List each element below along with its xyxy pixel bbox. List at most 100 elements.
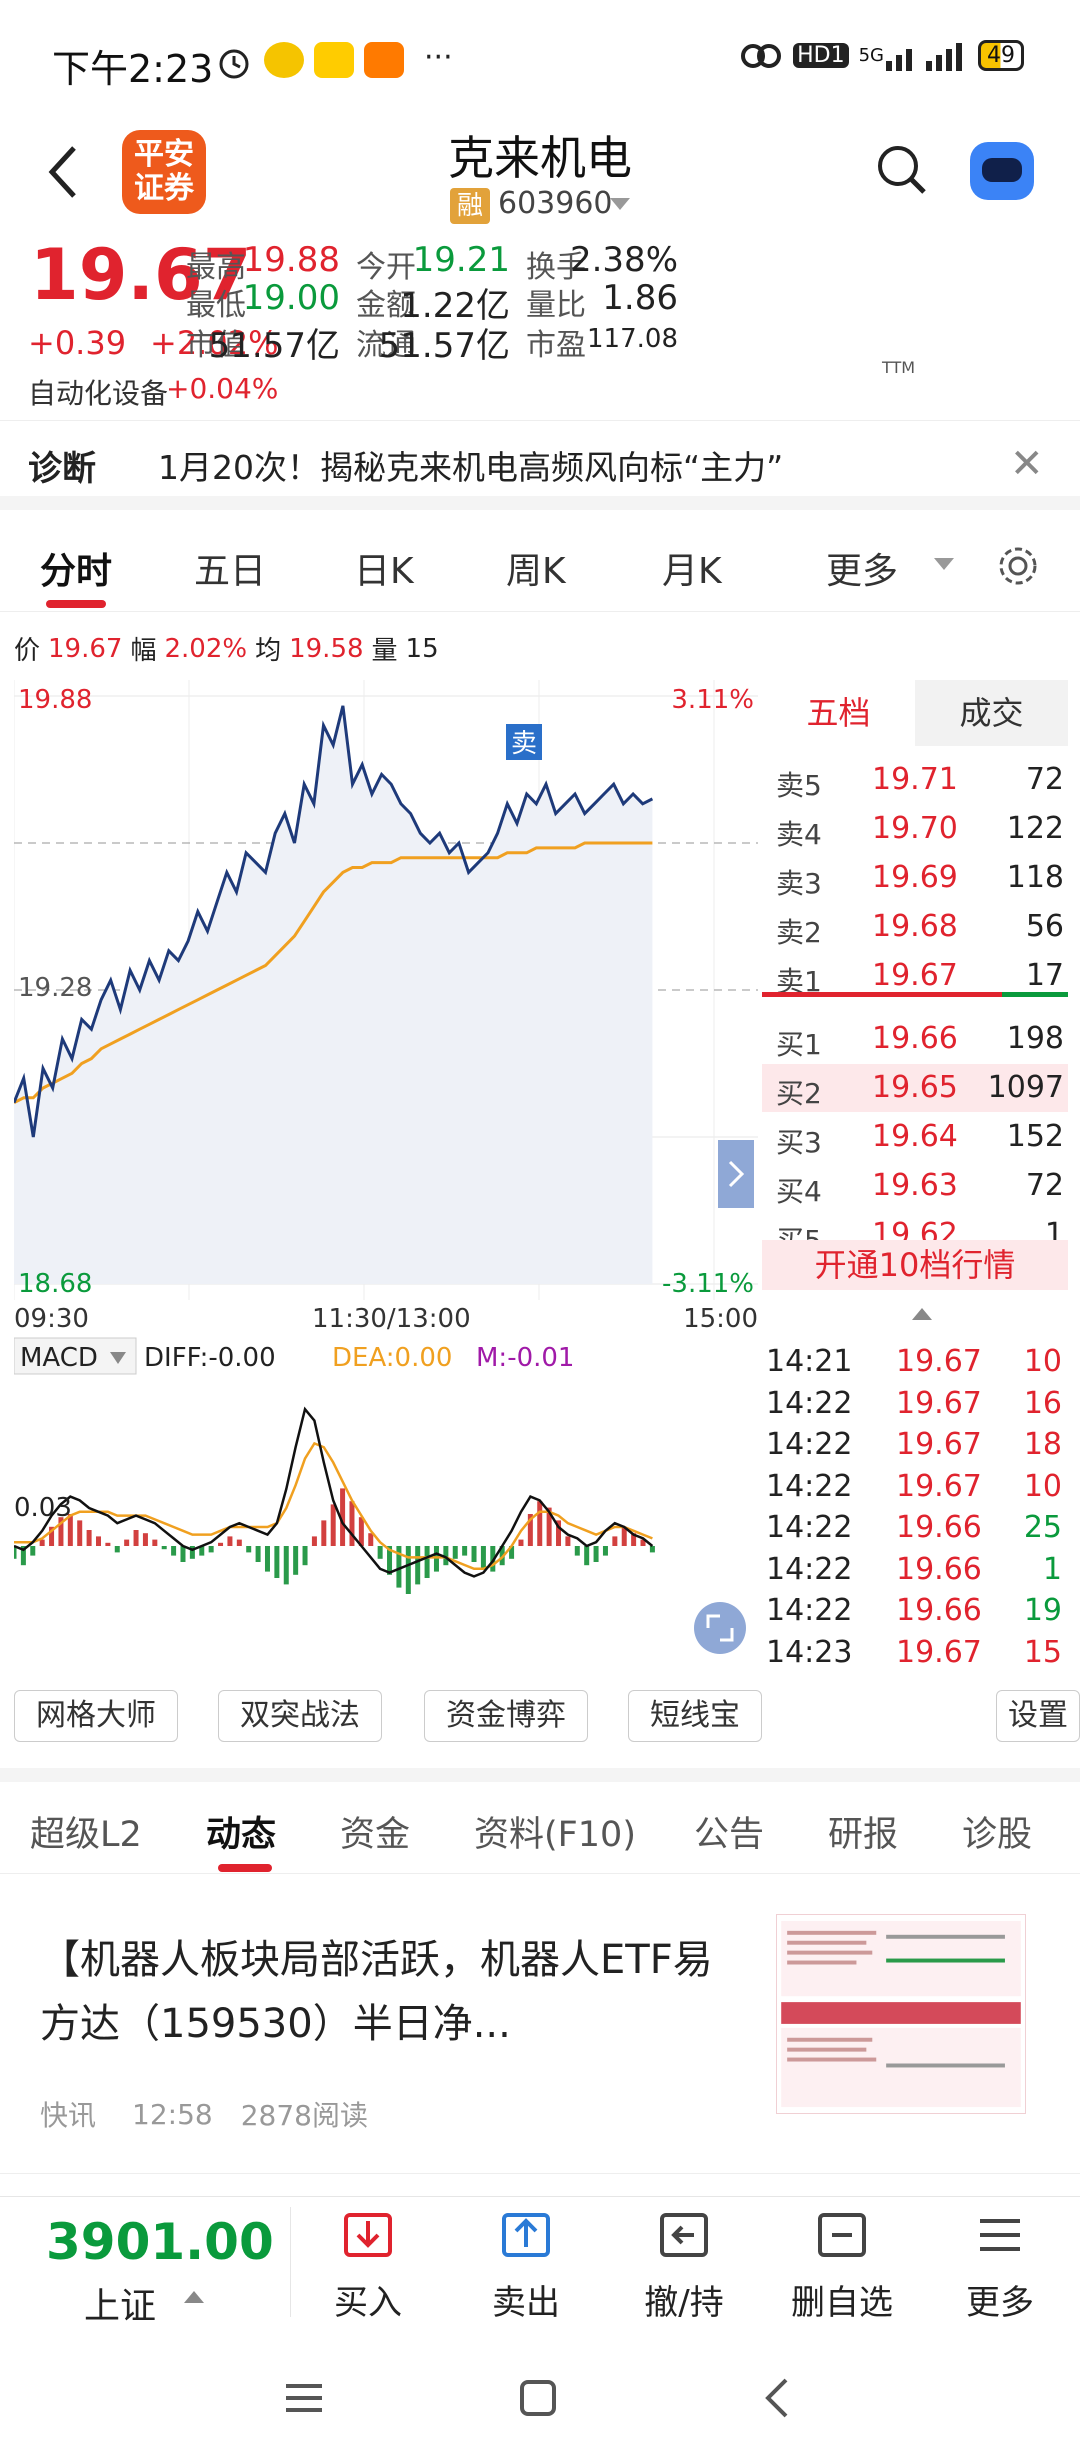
sell-button[interactable]: 卖出 — [456, 2207, 596, 2324]
tick-price: 19.67 — [896, 1344, 982, 1379]
app-notify-icon — [364, 42, 404, 78]
quote-field-value: 19.00 — [242, 278, 340, 318]
tick-price: 19.67 — [896, 1427, 982, 1462]
price-area-fill — [14, 705, 653, 1284]
ask-row[interactable]: 卖2 19.68 56 — [762, 903, 1068, 951]
tab-trades[interactable]: 成交 — [915, 680, 1068, 746]
close-icon[interactable]: ✕ — [1010, 441, 1044, 487]
tab-level5[interactable]: 五档 — [762, 680, 915, 746]
more-dropdown-icon[interactable] — [934, 558, 954, 570]
macd-bar — [565, 1536, 571, 1546]
fullscreen-icon — [694, 1602, 746, 1654]
ask-row[interactable]: 卖4 19.70 122 — [762, 805, 1068, 853]
news-item[interactable]: 【机器人板块局部活跃，机器人ETF易方达（159530）半日净... 快讯 12… — [0, 1874, 1080, 2174]
bid-row[interactable]: 买3 19.64 152 — [762, 1113, 1068, 1161]
sell-marker: 卖 — [506, 724, 542, 760]
info-tabs: 超级L2 动态 资金 资料(F10) 公告 研报 诊股 — [0, 1782, 1080, 1874]
macd-bar — [39, 1539, 45, 1546]
tool-grid-master[interactable]: 网格大师 — [14, 1690, 178, 1742]
diagnosis-label: 诊断 — [28, 449, 96, 489]
index-name[interactable]: 上证 — [84, 2277, 156, 2329]
time-label-open: 09:30 — [14, 1304, 89, 1334]
recent-apps-icon[interactable] — [282, 2376, 326, 2420]
macd-bar — [518, 1539, 524, 1546]
tab-f10[interactable]: 资料(F10) — [474, 1806, 636, 1857]
open-level10-button[interactable]: 开通10档行情 — [762, 1240, 1068, 1290]
search-icon[interactable] — [874, 142, 930, 198]
intraday-chart[interactable]: 19.88 19.28 18.68 3.11% -3.11% 卖 — [14, 680, 758, 1300]
tick-row: 14:22 19.66 19 — [762, 1593, 1068, 1635]
tab-research[interactable]: 研报 — [828, 1806, 898, 1857]
book-volume: 56 — [1025, 909, 1064, 944]
tab-capital[interactable]: 资金 — [340, 1806, 410, 1857]
tick-volume: 10 — [1023, 1344, 1062, 1379]
network-label: 5G — [858, 45, 884, 66]
index-switch-icon[interactable] — [184, 2291, 204, 2303]
cancel-hold-button[interactable]: 撤/持 — [614, 2207, 754, 2324]
tool-short-term[interactable]: 短线宝 — [628, 1690, 762, 1742]
nav-back-icon[interactable] — [756, 2376, 800, 2420]
news-title[interactable]: 【机器人板块局部活跃，机器人ETF易方达（159530）半日净... — [40, 1928, 720, 2056]
scroll-up-icon[interactable] — [912, 1308, 932, 1320]
macd-bar — [161, 1546, 167, 1550]
bid-row[interactable]: 买1 19.66 198 — [762, 1015, 1068, 1063]
ai-assistant-icon[interactable] — [970, 142, 1034, 200]
index-value[interactable]: 3901.00 — [46, 2213, 274, 2271]
sell-marker-label: 卖 — [511, 729, 537, 759]
system-nav-bar — [0, 2340, 1080, 2460]
macd-bar — [433, 1546, 439, 1572]
ask-row[interactable]: 卖3 19.69 118 — [762, 854, 1068, 902]
tool-double-breakout[interactable]: 双突战法 — [218, 1690, 382, 1742]
tick-row: 14:23 19.67 15 — [762, 1635, 1068, 1677]
tick-row: 14:22 19.67 18 — [762, 1427, 1068, 1469]
diagnosis-banner[interactable]: 诊断 1月20次！揭秘克来机电高频风向标“主力” ✕ — [0, 420, 1080, 510]
news-thumbnail[interactable] — [776, 1914, 1026, 2114]
home-icon[interactable] — [516, 2376, 560, 2420]
tab-announcements[interactable]: 公告 — [694, 1806, 764, 1857]
macd-bar — [274, 1546, 280, 1578]
sell-label: 卖出 — [492, 2283, 560, 2323]
macd-bar — [471, 1546, 477, 1562]
macd-bar — [424, 1546, 430, 1578]
code-dropdown-icon[interactable] — [610, 198, 630, 210]
tab-super-l2[interactable]: 超级L2 — [30, 1806, 142, 1857]
book-price: 19.66 — [872, 1021, 958, 1056]
macd-y-label: 0.03 — [14, 1493, 72, 1523]
macd-bar — [593, 1546, 599, 1562]
tab-more[interactable]: 更多 — [826, 542, 898, 594]
more-label: 更多 — [966, 2283, 1034, 2323]
ask-row[interactable]: 卖5 19.71 72 — [762, 756, 1068, 804]
book-level-label: 买2 — [776, 1077, 822, 1110]
tick-time: 14:22 — [766, 1551, 853, 1587]
tab-news[interactable]: 动态 — [206, 1806, 276, 1857]
bid-row[interactable]: 买4 19.63 72 — [762, 1162, 1068, 1210]
tab-monthly-k[interactable]: 月K — [662, 542, 722, 594]
macd-bar — [114, 1546, 120, 1553]
macd-bar — [124, 1539, 130, 1546]
macd-chart[interactable]: MACD DIFF:-0.00 DEA:0.00 M:-0.01 0.03 — [14, 1336, 758, 1666]
tab-five-day[interactable]: 五日 — [194, 542, 266, 594]
time-axis: 09:30 11:30/13:00 15:00 — [14, 1300, 758, 1336]
sector-label[interactable]: 自动化设备 — [28, 372, 168, 412]
tab-intraday[interactable]: 分时 — [40, 542, 112, 594]
settings-button[interactable]: 设置 — [996, 1690, 1080, 1742]
tab-diagnose[interactable]: 诊股 — [962, 1806, 1032, 1857]
book-volume: 72 — [1025, 762, 1064, 797]
avg-label: 均 — [255, 636, 282, 666]
tick-row: 14:21 19.67 10 — [762, 1344, 1068, 1386]
gear-icon[interactable] — [996, 544, 1040, 588]
stock-code[interactable]: 603960 — [498, 186, 613, 221]
time-label-close: 15:00 — [683, 1304, 758, 1334]
book-volume: 1097 — [987, 1070, 1064, 1105]
diagnosis-text[interactable]: 1月20次！揭秘克来机电高频风向标“主力” — [158, 441, 783, 489]
bid-row[interactable]: 买2 19.65 1097 — [762, 1064, 1068, 1112]
tab-weekly-k[interactable]: 周K — [506, 542, 566, 594]
more-button[interactable]: 更多 — [930, 2207, 1070, 2324]
remove-watchlist-button[interactable]: 删自选 — [772, 2207, 912, 2324]
tick-price: 19.67 — [896, 1468, 982, 1504]
tab-daily-k[interactable]: 日K — [354, 542, 414, 594]
buy-button[interactable]: 买入 — [298, 2207, 438, 2324]
back-icon[interactable] — [44, 142, 84, 202]
tick-volume: 1 — [1042, 1551, 1062, 1587]
tool-capital-game[interactable]: 资金博弈 — [424, 1690, 588, 1742]
